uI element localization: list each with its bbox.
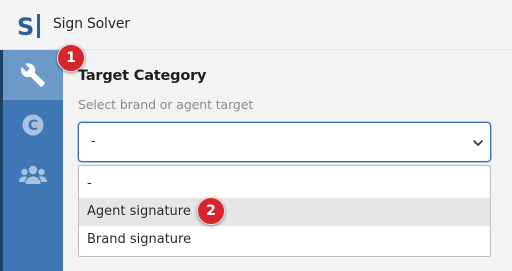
users-icon: [19, 165, 47, 184]
target-category-select[interactable]: -: [78, 122, 491, 162]
sidebar: C: [3, 50, 63, 271]
option-brand-signature[interactable]: Brand signature: [79, 226, 490, 254]
copyright-icon: C: [22, 114, 44, 136]
chevron-down-icon: [473, 140, 483, 146]
wrench-icon: [21, 63, 45, 87]
option-agent-signature[interactable]: Agent signature: [79, 198, 490, 226]
sidebar-item-settings[interactable]: [3, 50, 63, 100]
section-subtitle: Select brand or agent target: [78, 97, 254, 112]
sidebar-item-users[interactable]: [3, 150, 63, 200]
app-title: Sign Solver: [53, 16, 130, 32]
annotation-badge-2: 2: [197, 197, 225, 225]
section-title: Target Category: [78, 68, 207, 84]
sign-solver-logo-icon: S: [17, 13, 40, 40]
annotation-badge-1: 1: [57, 44, 85, 72]
option-none[interactable]: -: [79, 170, 490, 198]
dropdown-list: - Agent signature Brand signature: [78, 165, 491, 257]
sidebar-item-copyright[interactable]: C: [3, 100, 63, 150]
title-bar: S Sign Solver: [0, 0, 512, 50]
svg-text:C: C: [28, 118, 38, 134]
select-value: -: [91, 134, 96, 149]
svg-text:S: S: [17, 13, 34, 40]
